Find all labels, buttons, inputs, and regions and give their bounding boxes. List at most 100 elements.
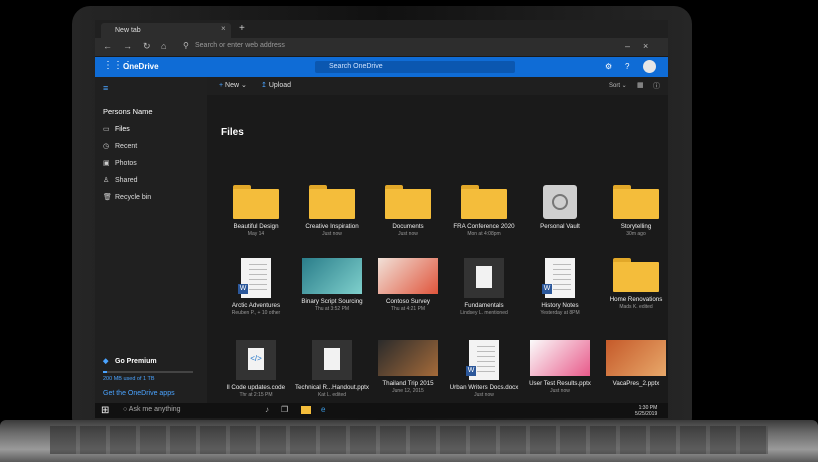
word-document-icon: W <box>466 340 499 380</box>
new-tab-icon[interactable]: + <box>239 23 245 34</box>
go-premium-button[interactable]: ◆ Go Premium <box>103 357 157 365</box>
file-explorer-icon[interactable] <box>301 406 311 414</box>
edge-icon[interactable]: e <box>321 405 325 414</box>
file-tile[interactable]: Fundamentals Lindsey L. mentioned <box>445 258 523 316</box>
file-tile[interactable]: </> ll Code updates.code Thr at 2:15 PM <box>217 340 295 398</box>
file-tile[interactable]: Documents Just now <box>369 185 447 237</box>
file-name: VacaPres_2.pptx <box>612 380 660 387</box>
file-tile[interactable]: VacaPres_2.pptx <box>597 340 668 388</box>
refresh-icon[interactable]: ↻ <box>143 41 151 52</box>
cortana-search[interactable]: ○ Ask me anything <box>123 406 181 413</box>
sidebar-item-shared[interactable]: ♙ Shared <box>103 176 138 184</box>
hamburger-icon[interactable]: ≡ <box>103 83 108 93</box>
file-tile[interactable]: Storytelling 30m ago <box>597 185 668 237</box>
search-box[interactable]: Search OneDrive <box>315 61 515 73</box>
plus-icon: + <box>219 82 224 89</box>
close-tab-icon[interactable]: × <box>221 24 226 33</box>
sidebar-item-label: Files <box>115 126 130 133</box>
folder-icon <box>233 185 279 219</box>
file-tile[interactable]: Beautiful Design May 14 <box>217 185 295 237</box>
file-tile[interactable]: Creative Inspiration Just now <box>293 185 371 237</box>
back-icon[interactable]: ← <box>103 41 112 51</box>
file-tile[interactable]: W History Notes Yesterday at 8PM <box>521 258 599 316</box>
file-tile[interactable]: Contoso Survey Thu at 4:21 PM <box>369 258 447 312</box>
clock[interactable]: 1:30 PM 5/25/2019 <box>635 405 657 417</box>
task-view-icon[interactable]: ❐ <box>281 405 288 414</box>
folder-icon <box>461 185 507 219</box>
tab-title: New tab <box>115 27 141 34</box>
file-tile[interactable]: W Arctic Adventures Reuben P., + 10 other <box>217 258 295 316</box>
clock-date: 5/25/2019 <box>635 411 658 417</box>
app-name[interactable]: OneDrive <box>123 62 159 71</box>
sidebar-item-label: Shared <box>115 177 138 184</box>
windows-start-icon[interactable]: ⊞ <box>101 405 109 416</box>
storage-bar <box>103 371 193 373</box>
settings-icon[interactable]: ⚙ <box>605 62 612 71</box>
file-meta: Yesterday at 8PM <box>540 310 580 316</box>
word-document-icon: W <box>238 258 271 298</box>
file-name: FRA Conference 2020 <box>453 223 515 230</box>
file-name: Documents <box>392 223 424 230</box>
file-meta: Just now <box>322 231 342 237</box>
file-meta: Just now <box>398 231 418 237</box>
file-tile[interactable]: Personal Vault <box>521 185 599 231</box>
microphone-icon[interactable]: ♪ <box>265 405 269 414</box>
avatar[interactable] <box>643 60 656 73</box>
sidebar-item-label: Recent <box>115 143 138 150</box>
diamond-icon: ◆ <box>103 358 109 365</box>
file-tile[interactable]: Home Renovations Mads K. edited <box>597 258 668 310</box>
sidebar-item-recent[interactable]: ◷ Recent <box>103 142 137 150</box>
trash-icon: 🗑 <box>103 194 112 201</box>
search-placeholder: Search OneDrive <box>329 63 383 70</box>
minimize-icon[interactable]: – <box>625 41 630 51</box>
file-meta: June 12, 2015 <box>392 388 424 394</box>
info-icon[interactable]: ⓘ <box>653 81 660 91</box>
sort-label: Sort <box>609 83 621 89</box>
file-meta: Just now <box>550 388 570 394</box>
file-tile[interactable]: Binary Script Sourcing Thu at 3:52 PM <box>293 258 371 312</box>
file-meta: May 14 <box>247 231 265 237</box>
files-content: Files Beautiful Design May 14 Creative Ins… <box>207 95 668 403</box>
get-apps-link[interactable]: Get the OneDrive apps <box>103 390 175 397</box>
folder-icon <box>613 258 659 292</box>
laptop-keyboard <box>0 420 818 462</box>
file-name: Creative Inspiration <box>305 223 359 230</box>
cortana-placeholder: Ask me anything <box>128 406 181 413</box>
upload-icon: ↥ <box>261 82 267 89</box>
address-bar[interactable]: Search or enter web address <box>195 42 285 49</box>
grid-view-icon[interactable]: ▦ <box>637 81 644 89</box>
new-button[interactable]: + New ⌄ <box>219 81 247 89</box>
forward-icon[interactable]: → <box>123 41 132 51</box>
upload-button[interactable]: ↥ Upload <box>261 81 291 89</box>
file-tile[interactable]: FRA Conference 2020 Mon at 4:08pm <box>445 185 523 237</box>
file-tile[interactable]: User Test Results.pptx Just now <box>521 340 599 394</box>
browser-nav-bar: ← → ↻ ⌂ ⚲ Search or enter web address – … <box>95 38 668 56</box>
browser-tab-bar: New tab × + <box>95 20 668 38</box>
folder-icon <box>385 185 431 219</box>
browser-tab[interactable]: New tab <box>101 23 231 38</box>
sidebar-item-files[interactable]: ▭ Files <box>103 125 130 133</box>
file-meta: Lindsey L. mentioned <box>460 310 508 316</box>
file-name: Contoso Survey <box>385 298 431 305</box>
sidebar-item-photos[interactable]: ▣ Photos <box>103 159 137 167</box>
image-thumbnail <box>302 258 362 294</box>
go-premium-label: Go Premium <box>115 358 157 365</box>
file-tile[interactable]: Thailand Trip 2015 June 12, 2015 <box>369 340 447 394</box>
new-label: New <box>225 82 240 89</box>
file-tile[interactable]: Technical R...Handout.pptx Kat L. edited <box>293 340 371 398</box>
sidebar-item-recycle-bin[interactable]: 🗑 Recycle bin <box>103 193 151 201</box>
sidebar-item-label: Photos <box>115 160 137 167</box>
file-meta: Mon at 4:08pm <box>467 231 501 237</box>
file-name: Beautiful Design <box>233 223 279 230</box>
file-icon <box>464 258 504 298</box>
sidebar-item-label: Recycle bin <box>115 194 152 201</box>
page-title: Files <box>221 127 244 138</box>
folder-icon <box>613 185 659 219</box>
help-icon[interactable]: ? <box>625 62 629 71</box>
close-window-icon[interactable]: × <box>643 41 648 51</box>
file-tile[interactable]: W Urban Writers Docs.docx Just now <box>445 340 523 398</box>
file-name: ll Code updates.code <box>226 384 286 391</box>
file-name: Storytelling <box>620 223 652 230</box>
sort-button[interactable]: Sort ⌄ <box>609 82 627 89</box>
home-icon[interactable]: ⌂ <box>161 41 166 51</box>
